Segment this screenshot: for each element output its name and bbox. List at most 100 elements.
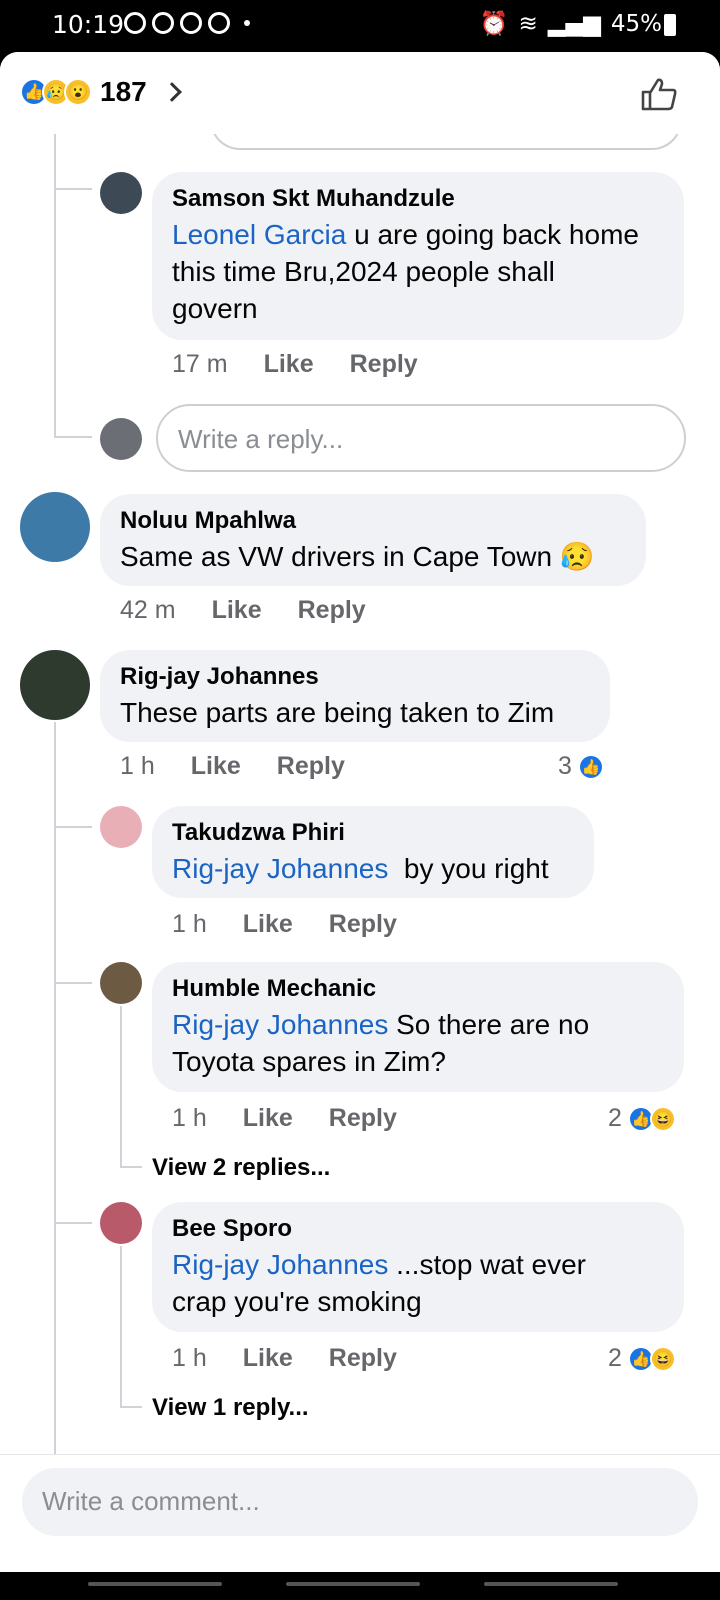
comment-author[interactable]: Takudzwa Phiri (172, 816, 574, 850)
reply-button[interactable]: Reply (350, 350, 418, 379)
status-time: 10:19 (52, 10, 125, 39)
thumbs-up-icon (641, 78, 677, 111)
status-bar: 10:19 ⏰ ≋ ▂▄▆ 45% (0, 0, 720, 52)
reply-button[interactable]: Reply (298, 596, 366, 625)
comment-meta: 17 m Like Reply (172, 350, 418, 379)
like-icon: 👍 (577, 753, 604, 780)
thread-branch (54, 826, 92, 828)
comment-author[interactable]: Bee Sporo (172, 1212, 664, 1246)
notification-icon (152, 12, 174, 34)
status-right: ⏰ ≋ ▂▄▆ 45% (479, 10, 662, 38)
comment-bubble[interactable]: Rig-jay Johannes These parts are being t… (100, 650, 610, 742)
comment-reactions[interactable]: 2 👍 😆 (608, 1104, 676, 1133)
comment-composer: Write a comment... (0, 1454, 720, 1572)
comment-time: 1 h (172, 1344, 207, 1372)
comment-input[interactable]: Write a comment... (22, 1468, 698, 1536)
comment-text: These parts are being taken to Zim (120, 697, 555, 728)
comment-bubble[interactable]: Takudzwa Phiri Rig-jay Johannes by you r… (152, 806, 594, 898)
more-notifications-icon (244, 20, 250, 26)
comment-reactions[interactable]: 2 👍 😆 (608, 1344, 676, 1373)
battery-icon (664, 14, 676, 36)
comment-reactions[interactable]: 3 👍 (558, 752, 604, 781)
comment-meta: 1 h Like Reply (172, 1344, 397, 1373)
notification-icon (208, 12, 230, 34)
comment-time: 42 m (120, 596, 176, 624)
avatar[interactable] (100, 1202, 142, 1244)
comment-author[interactable]: Rig-jay Johannes (120, 660, 590, 694)
avatar[interactable] (20, 492, 90, 562)
reaction-count: 2 (608, 1104, 622, 1132)
thread-line (54, 722, 56, 1454)
view-replies-link[interactable]: View 1 reply... (152, 1394, 309, 1422)
thread-line (120, 1006, 122, 1166)
thread-line (120, 1246, 122, 1406)
reaction-count: 187 (100, 76, 147, 107)
comment-text: Leonel Garcia u are going back home this … (172, 219, 639, 324)
like-button[interactable]: Like (243, 1344, 293, 1373)
comment-text: Same as VW drivers in Cape Town 😥 (120, 541, 595, 572)
nav-recents-button[interactable] (88, 1582, 222, 1586)
comment-text: Rig-jay Johannes ...stop wat ever crap yo… (172, 1249, 586, 1317)
comment-bubble[interactable]: Bee Sporo Rig-jay Johannes ...stop wat e… (152, 1202, 684, 1332)
thread-branch (120, 1166, 142, 1168)
chevron-right-icon[interactable] (161, 82, 182, 102)
reply-button[interactable]: Reply (329, 1104, 397, 1133)
comment-author[interactable]: Samson Skt Muhandzule (172, 182, 664, 216)
wifi-icon: ≋ (518, 10, 538, 37)
mention-link[interactable]: Rig-jay Johannes (172, 1009, 388, 1040)
reactions-header: 👍 😥 😮 187 (0, 52, 720, 134)
mention-link[interactable]: Rig-jay Johannes (172, 853, 388, 884)
like-button[interactable]: Like (243, 910, 293, 939)
comment-meta: 1 h Like Reply (172, 1104, 397, 1133)
comments-panel: 👍 😥 😮 187 Samson Skt Muhandzule Leonel G… (0, 52, 720, 1572)
comment-meta: 1 h Like Reply (172, 910, 397, 939)
like-button[interactable]: Like (191, 752, 241, 781)
notification-icon (180, 12, 202, 34)
reply-button[interactable]: Reply (277, 752, 345, 781)
avatar (100, 418, 142, 460)
thread-line (54, 134, 56, 438)
avatar[interactable] (100, 962, 142, 1004)
reaction-count: 3 (558, 752, 572, 780)
signal-icon: ▂▄▆ (547, 10, 601, 37)
comment-bubble[interactable]: Noluu Mpahlwa Same as VW drivers in Cape… (100, 494, 646, 586)
mention-link[interactable]: Rig-jay Johannes (172, 1249, 388, 1280)
comment-time: 17 m (172, 350, 228, 378)
thread-branch (54, 1222, 92, 1224)
avatar[interactable] (100, 806, 142, 848)
like-button[interactable]: Like (264, 350, 314, 379)
nav-home-button[interactable] (286, 1582, 420, 1586)
reply-button[interactable]: Reply (329, 910, 397, 939)
wow-icon: 😮 (64, 78, 92, 106)
like-button[interactable]: Like (243, 1104, 293, 1133)
thread-branch (120, 1406, 142, 1408)
thread-branch (54, 982, 92, 984)
comment-time: 1 h (172, 910, 207, 938)
comment-time: 1 h (172, 1104, 207, 1132)
avatar[interactable] (100, 172, 142, 214)
avatar[interactable] (20, 650, 90, 720)
thread-branch (54, 436, 92, 438)
mention-link[interactable]: Leonel Garcia (172, 219, 346, 250)
comment-meta: 1 h Like Reply (120, 752, 345, 781)
view-replies-link[interactable]: View 2 replies... (152, 1154, 330, 1182)
comment-text: Rig-jay Johannes So there are no Toyota s… (172, 1009, 590, 1077)
thread-branch (54, 188, 92, 190)
reactions-summary[interactable]: 👍 😥 😮 187 (20, 76, 182, 108)
like-post-button[interactable] (640, 76, 678, 117)
comment-text: Rig-jay Johannes by you right (172, 853, 549, 884)
like-button[interactable]: Like (212, 596, 262, 625)
system-nav-bar (0, 1572, 720, 1600)
notification-icon (124, 12, 146, 34)
alarm-icon: ⏰ (479, 11, 509, 37)
nav-back-button[interactable] (484, 1582, 618, 1586)
reply-input[interactable]: Write a reply... (156, 404, 686, 472)
comment-meta: 42 m Like Reply (120, 596, 366, 625)
comment-author[interactable]: Noluu Mpahlwa (120, 504, 626, 538)
reply-button[interactable]: Reply (329, 1344, 397, 1373)
comment-bubble[interactable]: Samson Skt Muhandzule Leonel Garcia u ar… (152, 172, 684, 340)
reaction-count: 2 (608, 1344, 622, 1372)
comment-author[interactable]: Humble Mechanic (172, 972, 664, 1006)
comment-bubble[interactable]: Humble Mechanic Rig-jay Johannes So ther… (152, 962, 684, 1092)
notification-icons (124, 12, 250, 34)
